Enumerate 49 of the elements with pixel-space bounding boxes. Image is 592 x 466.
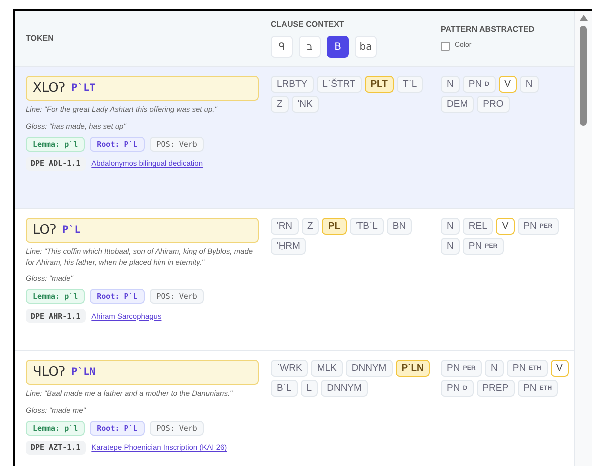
script-toggle[interactable]: ᑫ xyxy=(271,36,293,58)
clause-word: Z xyxy=(302,218,320,235)
clause-word: MLK xyxy=(311,360,343,377)
pattern-tag: PRO xyxy=(477,96,510,113)
pattern-tag: N xyxy=(485,360,504,377)
clause-word: Z xyxy=(271,96,289,113)
pattern-tag: N xyxy=(520,76,539,93)
clause-word: B`L xyxy=(271,380,298,397)
clause-word: `WRK xyxy=(271,360,308,377)
clause-word: BN xyxy=(386,218,412,235)
script-toggle[interactable]: B xyxy=(327,36,349,58)
transliteration: P`LT xyxy=(72,82,96,96)
pattern-tag: N xyxy=(441,238,460,255)
clause-word: L xyxy=(300,380,318,397)
pattern-tag: DEM xyxy=(441,96,474,113)
pattern-tag: V xyxy=(496,218,515,235)
clause-word: 'ḤRM xyxy=(271,238,306,255)
script-text: XLOʔ xyxy=(33,80,66,98)
script-toggle[interactable]: ב xyxy=(299,36,321,58)
clause-word: 'RN xyxy=(271,218,299,235)
pattern-tag: V xyxy=(498,76,517,93)
clause-word: DNNYM xyxy=(346,360,393,377)
script-text: LOʔ xyxy=(33,222,57,240)
clause-word: P`LN xyxy=(396,360,430,377)
color-checkbox[interactable] xyxy=(441,42,450,51)
clause-word: 'TB`L xyxy=(350,218,384,235)
pattern-tag: N xyxy=(441,218,460,235)
token-row[interactable] xyxy=(15,67,574,209)
clause-word: PL xyxy=(322,218,346,235)
pattern-tag: REL xyxy=(462,218,494,235)
clause-word: DNNYM xyxy=(321,380,368,397)
clause-word: LRBTY xyxy=(271,76,314,93)
pattern-tag: PREP xyxy=(476,380,515,397)
transliteration: P`L xyxy=(62,224,81,238)
column-header: TOKEN xyxy=(26,32,54,44)
script-text: ЧLOʔ xyxy=(33,364,66,382)
column-header: PATTERN ABSTRACTED xyxy=(441,24,536,36)
clause-word: 'NK xyxy=(292,96,319,113)
clause-word: T`L xyxy=(396,76,424,93)
script-toggle[interactable]: ba xyxy=(355,36,377,58)
column-header: CLAUSE CONTEXT xyxy=(271,19,346,31)
scrollbar-thumb[interactable] xyxy=(580,26,587,126)
scrollbar[interactable] xyxy=(575,11,592,466)
clause-word: L`ŠTRT xyxy=(316,76,362,93)
scroll-up-icon[interactable] xyxy=(580,15,588,21)
clause-word: PLT xyxy=(364,76,394,93)
transliteration: P`LN xyxy=(72,366,96,380)
pattern-tag: V xyxy=(550,360,569,377)
pattern-tag: N xyxy=(441,76,460,93)
